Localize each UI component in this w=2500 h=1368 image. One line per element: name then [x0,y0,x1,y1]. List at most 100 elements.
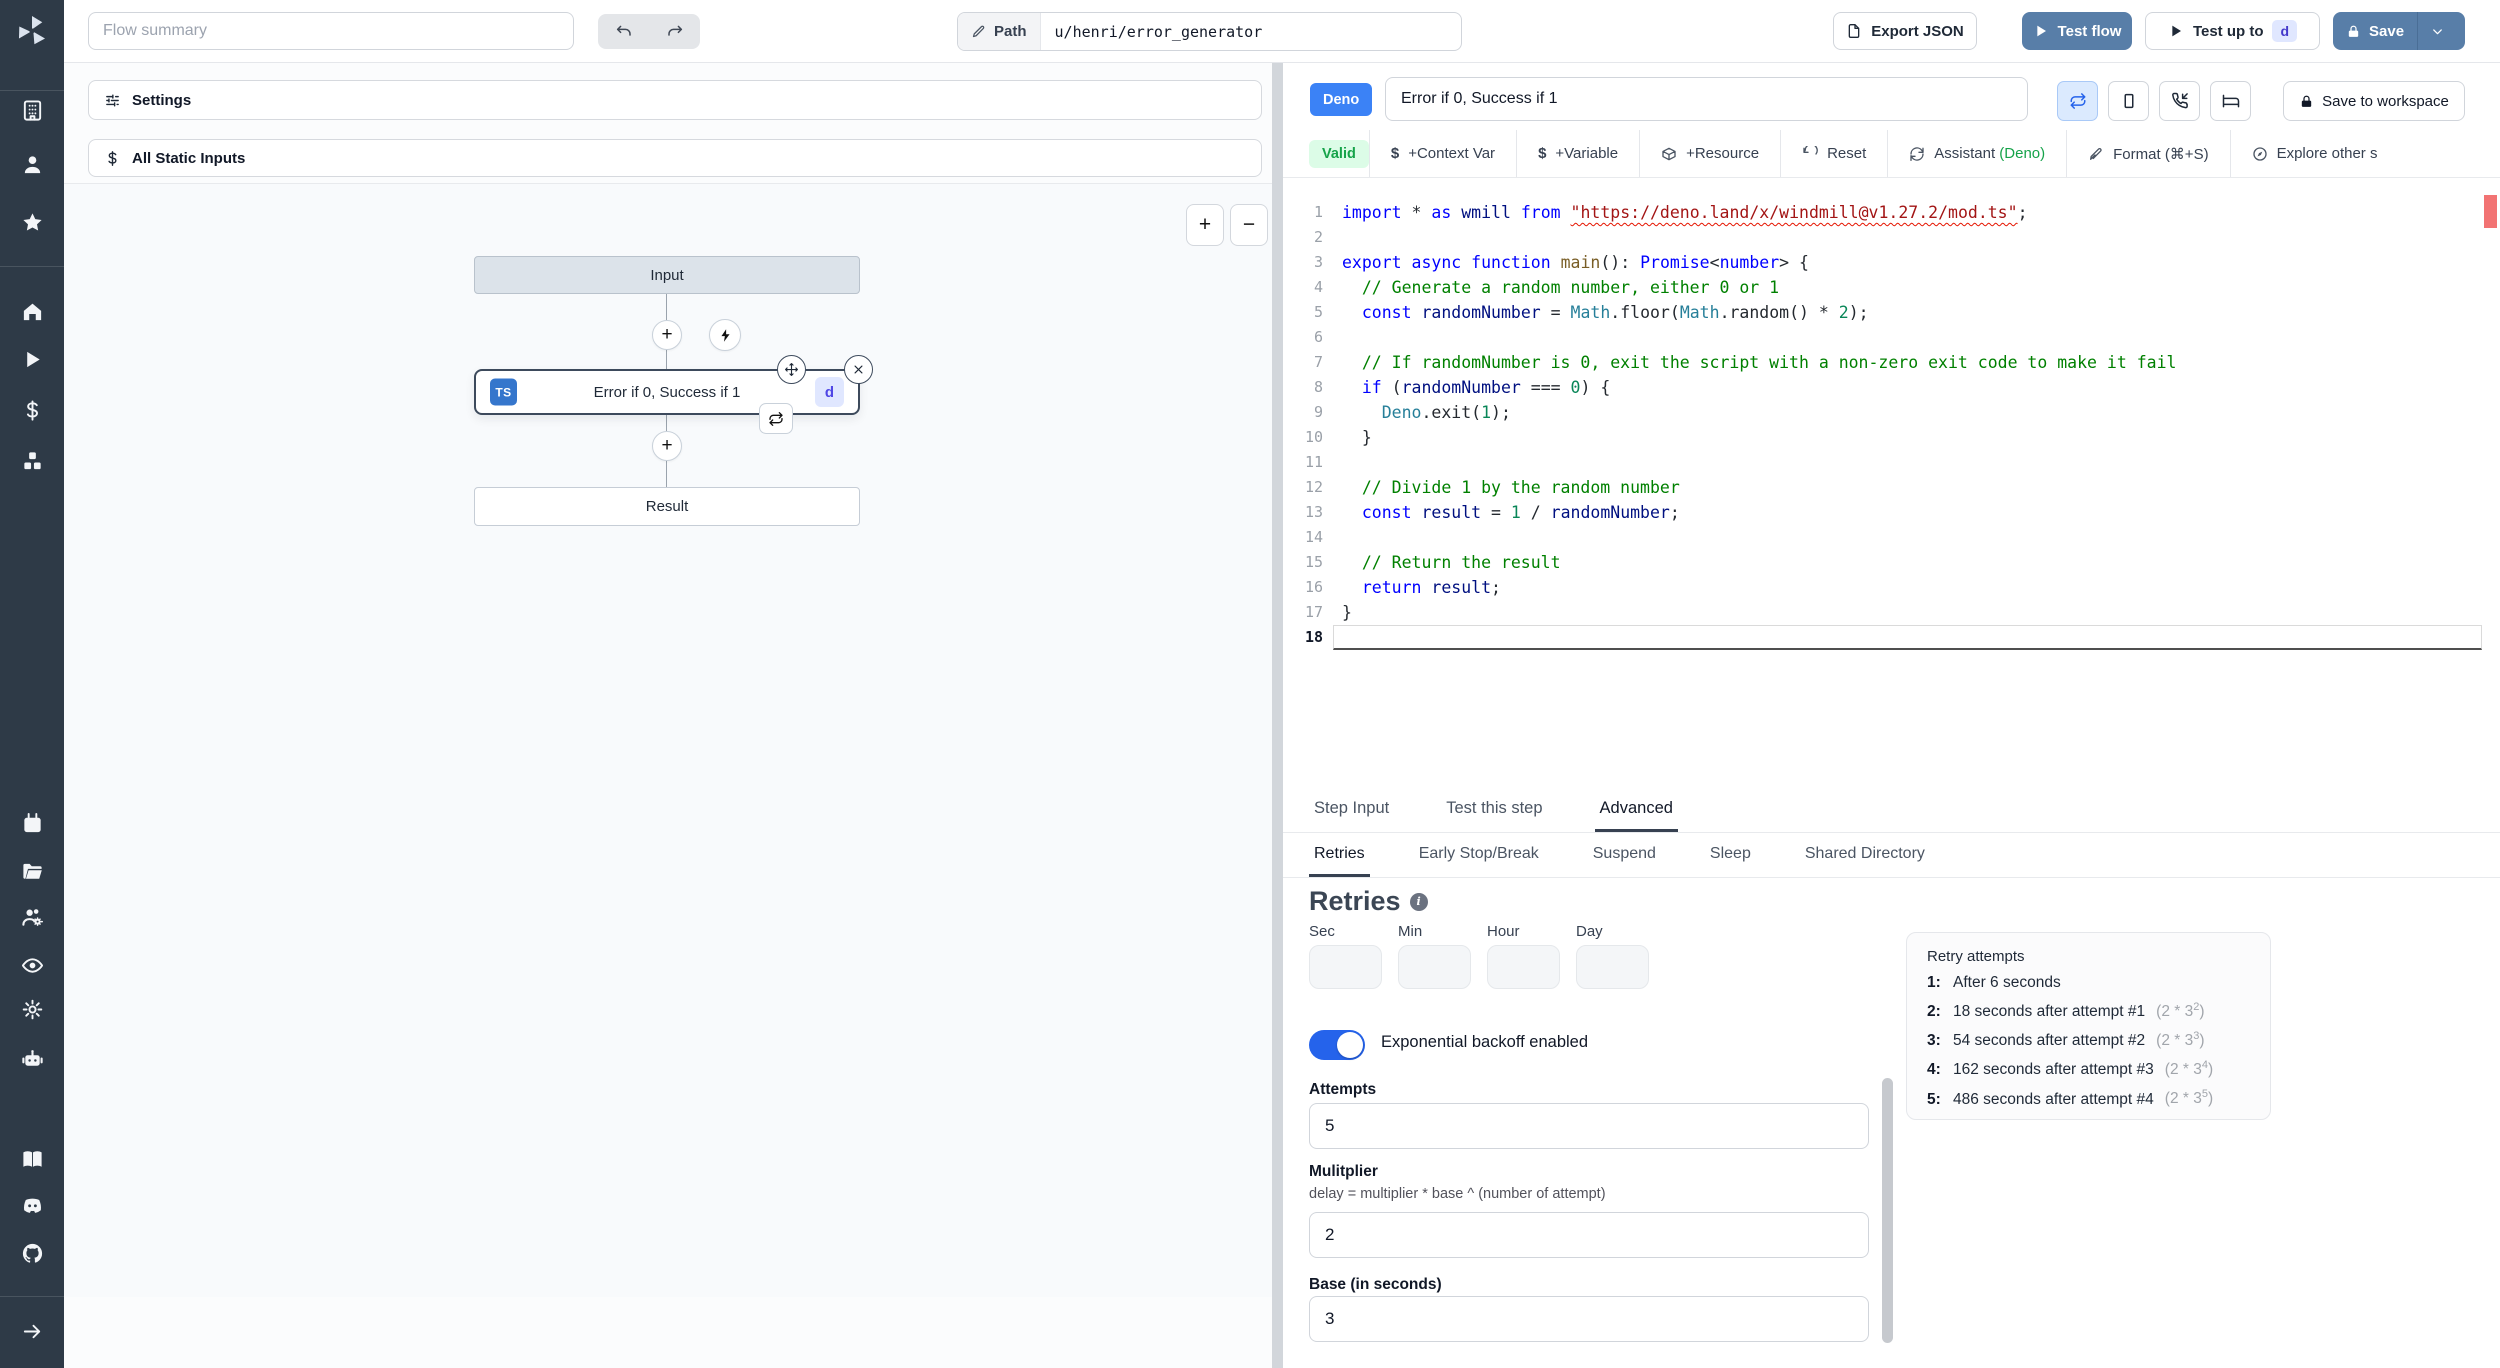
sidebar-item-github-icon[interactable] [0,1238,64,1268]
hour-input[interactable] [1487,945,1560,989]
vertical-scrollbar[interactable] [1882,1078,1893,1343]
code-line-4[interactable]: 4 // Generate a random number, either 0 … [1283,275,2500,300]
graph-zoom-in-button[interactable]: + [1186,204,1224,246]
code-line-16[interactable]: 16 return result; [1283,575,2500,600]
subtab-suspend[interactable]: Suspend [1588,833,1661,877]
sleep-button[interactable] [2210,81,2251,121]
suspend-button[interactable] [2159,81,2200,121]
flow-settings-button[interactable]: Settings [88,80,1262,120]
delete-step-button[interactable] [844,355,873,384]
redo-button[interactable] [649,14,700,49]
code-editor[interactable]: 1 import * as wmill from "https://deno.la… [1283,178,2500,788]
test-flow-button[interactable]: Test flow [2022,12,2132,50]
sidebar-item-user-icon[interactable] [0,149,64,179]
code-line-18[interactable]: 18 [1283,625,2500,650]
toolbar-assistant-button[interactable]: Assistant (Deno) [1888,130,2066,177]
flow-summary-input[interactable] [88,12,574,50]
code-line-14[interactable]: 14 [1283,525,2500,550]
code-line-3[interactable]: 3 export async function main(): Promise<n… [1283,250,2500,275]
code-line-1[interactable]: 1 import * as wmill from "https://deno.la… [1283,200,2500,225]
sidebar-item-user-group-gear-icon[interactable] [0,902,64,932]
code-line-12[interactable]: 12 // Divide 1 by the random number [1283,475,2500,500]
code-line-6[interactable]: 6 [1283,325,2500,350]
toolbar-explore-other-s-button[interactable]: Explore other s [2231,130,2399,177]
save-dropdown-button[interactable] [2417,12,2457,50]
sidebar-item-book-icon[interactable] [0,1144,64,1174]
toolbar-format-s-button[interactable]: Format (⌘+S) [2067,130,2229,177]
attempts-input[interactable] [1309,1103,1869,1149]
tab-advanced[interactable]: Advanced [1594,788,1678,832]
code-line-9[interactable]: 9 Deno.exit(1); [1283,400,2500,425]
test-up-to-button[interactable]: Test up to d [2145,12,2320,50]
graph-node-input[interactable]: Input [474,256,860,294]
panel-splitter[interactable] [1272,63,1283,1368]
sidebar-item-cubes-icon[interactable] [0,446,64,476]
multiplier-input[interactable] [1309,1212,1869,1258]
tab-step-input[interactable]: Step Input [1309,788,1394,832]
code-line-5[interactable]: 5 const randomNumber = Math.floor(Math.r… [1283,300,2500,325]
retries-toggle-button[interactable] [2057,81,2098,121]
move-step-button[interactable] [777,355,806,384]
step-retry-indicator[interactable] [759,403,793,434]
subtab-shared-directory[interactable]: Shared Directory [1800,833,1930,877]
sidebar-item-arrow-right-icon[interactable] [0,1316,64,1346]
windmill-logo[interactable] [13,12,51,50]
sec-input[interactable] [1309,945,1382,989]
export-json-button[interactable]: Export JSON [1833,12,1977,50]
sidebar-item-home-icon[interactable] [0,296,64,326]
add-step-button[interactable]: + [652,431,682,461]
code-line-17[interactable]: 17} [1283,600,2500,625]
sidebar-item-gear-icon[interactable] [0,994,64,1024]
subtab-sleep[interactable]: Sleep [1705,833,1756,877]
dollar-icon: $ [1538,145,1547,162]
exponential-backoff-toggle[interactable] [1309,1030,1365,1060]
toolbar-context-var-button[interactable]: $ +Context Var [1370,130,1516,177]
path-value[interactable]: u/henri/error_generator [1041,13,1277,50]
lock-icon [2299,94,2314,109]
discord-icon [21,1194,44,1217]
info-icon[interactable]: i [1409,892,1428,911]
code-line-11[interactable]: 11 [1283,450,2500,475]
code-line-8[interactable]: 8 if (randomNumber === 0) { [1283,375,2500,400]
graph-zoom-out-button[interactable]: − [1230,204,1268,246]
sidebar-item-building-icon[interactable] [0,95,64,125]
toolbar-reset-button[interactable]: Reset [1781,130,1887,177]
sidebar-item-robot-icon[interactable] [0,1044,64,1074]
tab-test-this-step[interactable]: Test this step [1441,788,1547,832]
toolbar-resource-button[interactable]: +Resource [1640,130,1780,177]
gear-icon [21,998,44,1021]
save-to-workspace-label: Save to workspace [2322,92,2449,110]
trigger-button[interactable] [709,319,741,351]
min-input[interactable] [1398,945,1471,989]
attempts-label: Attempts [1309,1081,1377,1098]
sidebar-item-discord-icon[interactable] [0,1190,64,1220]
connector-line [666,350,667,369]
early-stop-button[interactable] [2108,81,2149,121]
sidebar-item-calendar-icon[interactable] [0,808,64,838]
step-name-input[interactable] [1385,77,2028,121]
sidebar-item-folder-icon[interactable] [0,856,64,886]
save-to-workspace-button[interactable]: Save to workspace [2283,81,2465,121]
add-step-button[interactable]: + [652,320,682,350]
graph-node-result[interactable]: Result [474,487,860,526]
subtab-early-stop-break[interactable]: Early Stop/Break [1414,833,1544,877]
day-input[interactable] [1576,945,1649,989]
save-button[interactable]: Save [2333,12,2417,50]
code-line-10[interactable]: 10 } [1283,425,2500,450]
code-line-13[interactable]: 13 const result = 1 / randomNumber; [1283,500,2500,525]
code-line-2[interactable]: 2 [1283,225,2500,250]
sidebar-item-star-icon[interactable] [0,207,64,237]
base-input[interactable] [1309,1296,1869,1342]
all-static-inputs-button[interactable]: All Static Inputs [88,139,1262,177]
code-line-15[interactable]: 15 // Return the result [1283,550,2500,575]
sidebar-item-play-icon[interactable] [0,344,64,374]
toolbar-variable-button[interactable]: $ +Variable [1517,130,1639,177]
path-field[interactable]: Path u/henri/error_generator [957,12,1462,51]
subtab-retries[interactable]: Retries [1309,833,1370,877]
advanced-subtabs: Retries Early Stop/Break Suspend Sleep Share… [1283,833,2500,878]
code-line-7[interactable]: 7 // If randomNumber is 0, exit the scri… [1283,350,2500,375]
connector-line [666,415,667,431]
sidebar-item-dollar-icon[interactable] [0,395,64,425]
sidebar-item-eye-icon[interactable] [0,950,64,980]
undo-button[interactable] [598,14,649,49]
